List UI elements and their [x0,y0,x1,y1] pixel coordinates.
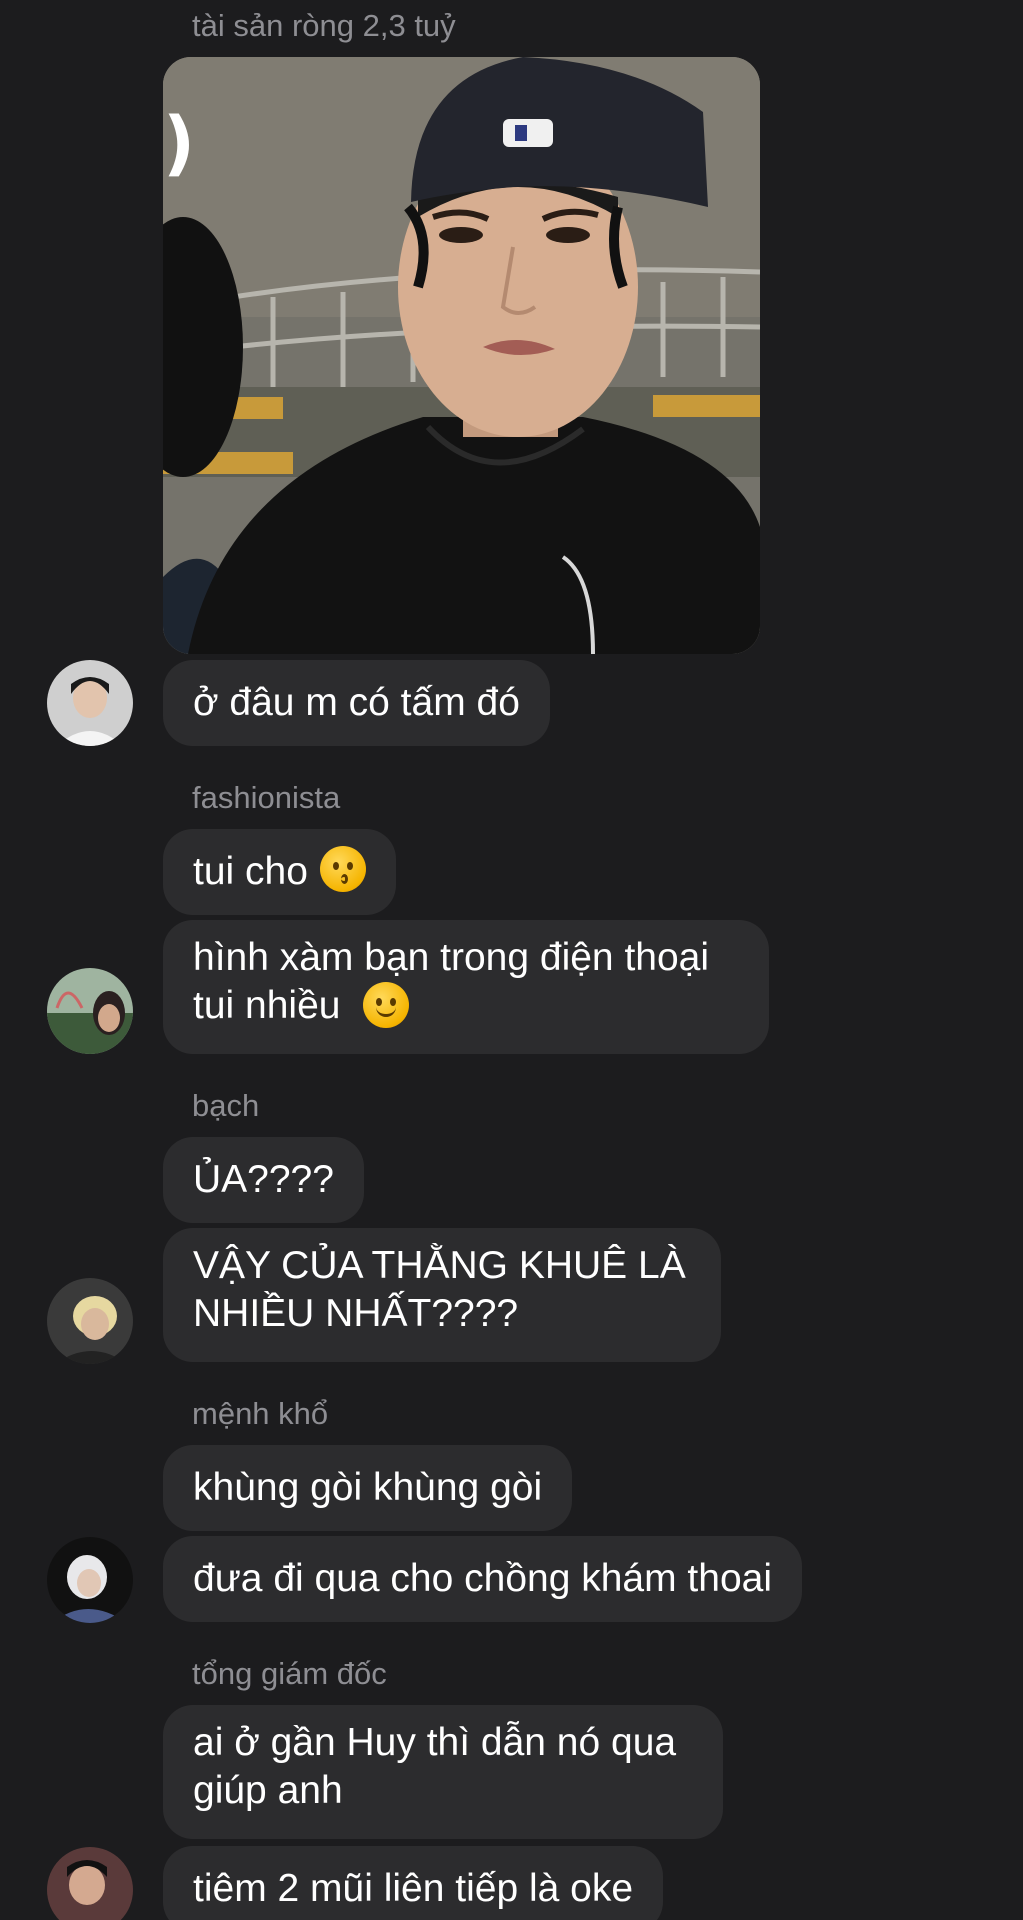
message-bubble[interactable]: VẬY CỦA THẰNG KHUÊ LÀ NHIỀU NHẤT???? [163,1228,721,1362]
sender-name: tổng giám đốc [192,1656,387,1691]
avatar[interactable] [47,660,133,746]
message-text-line: NHIỀU NHẤT???? [193,1292,519,1335]
message-text-line: VẬY CỦA THẰNG KHUÊ LÀ [193,1244,686,1287]
shared-photo[interactable]: ᠎) [163,57,760,654]
sender-name: tài sản ròng 2,3 tuỷ [192,8,456,43]
message-text-line: tui nhiều [193,984,341,1027]
message-text: khùng gòi khùng gòi [193,1466,543,1509]
message-text-line: hình xàm bạn trong điện thoại [193,936,710,979]
message-bubble[interactable]: ỦA???? [163,1137,364,1223]
message-bubble[interactable]: ở đâu m có tấm đó [163,660,550,746]
message-bubble[interactable]: ai ở gần Huy thì dẫn nó qua giúp anh [163,1705,723,1839]
message-text: ở đâu m có tấm đó [193,681,520,724]
sender-name: bạch [192,1088,260,1123]
sender-name: fashionista [192,780,341,815]
chat-thread: tài sản ròng 2,3 tuỷ [0,0,1023,1920]
message-text-line: giúp anh [193,1769,343,1812]
avatar[interactable] [47,968,133,1054]
avatar[interactable] [47,1537,133,1623]
message-bubble[interactable]: tui cho [163,829,396,915]
message-bubble[interactable]: khùng gòi khùng gòi [163,1445,573,1531]
message-text-line: ai ở gần Huy thì dẫn nó qua [193,1721,677,1764]
message-bubble[interactable]: tiêm 2 mũi liên tiếp là oke [163,1846,664,1920]
message-text: tiêm 2 mũi liên tiếp là oke [193,1867,634,1910]
slightly-smiling-face-emoji [363,981,410,1028]
message-bubble[interactable]: hình xàm bạn trong điện thoại tui nhiều [163,920,769,1054]
kissing-face-emoji [319,846,366,892]
message-text: tui cho [193,850,308,893]
avatar[interactable] [47,1278,133,1364]
sender-name: mệnh khổ [192,1396,329,1431]
avatar[interactable] [47,1847,133,1920]
message-text: ỦA???? [193,1158,334,1201]
message-text: đưa đi qua cho chồng khám thoai [193,1557,773,1600]
message-bubble[interactable]: đưa đi qua cho chồng khám thoai [163,1536,803,1622]
svg-text:᠎): ᠎) [163,102,195,184]
